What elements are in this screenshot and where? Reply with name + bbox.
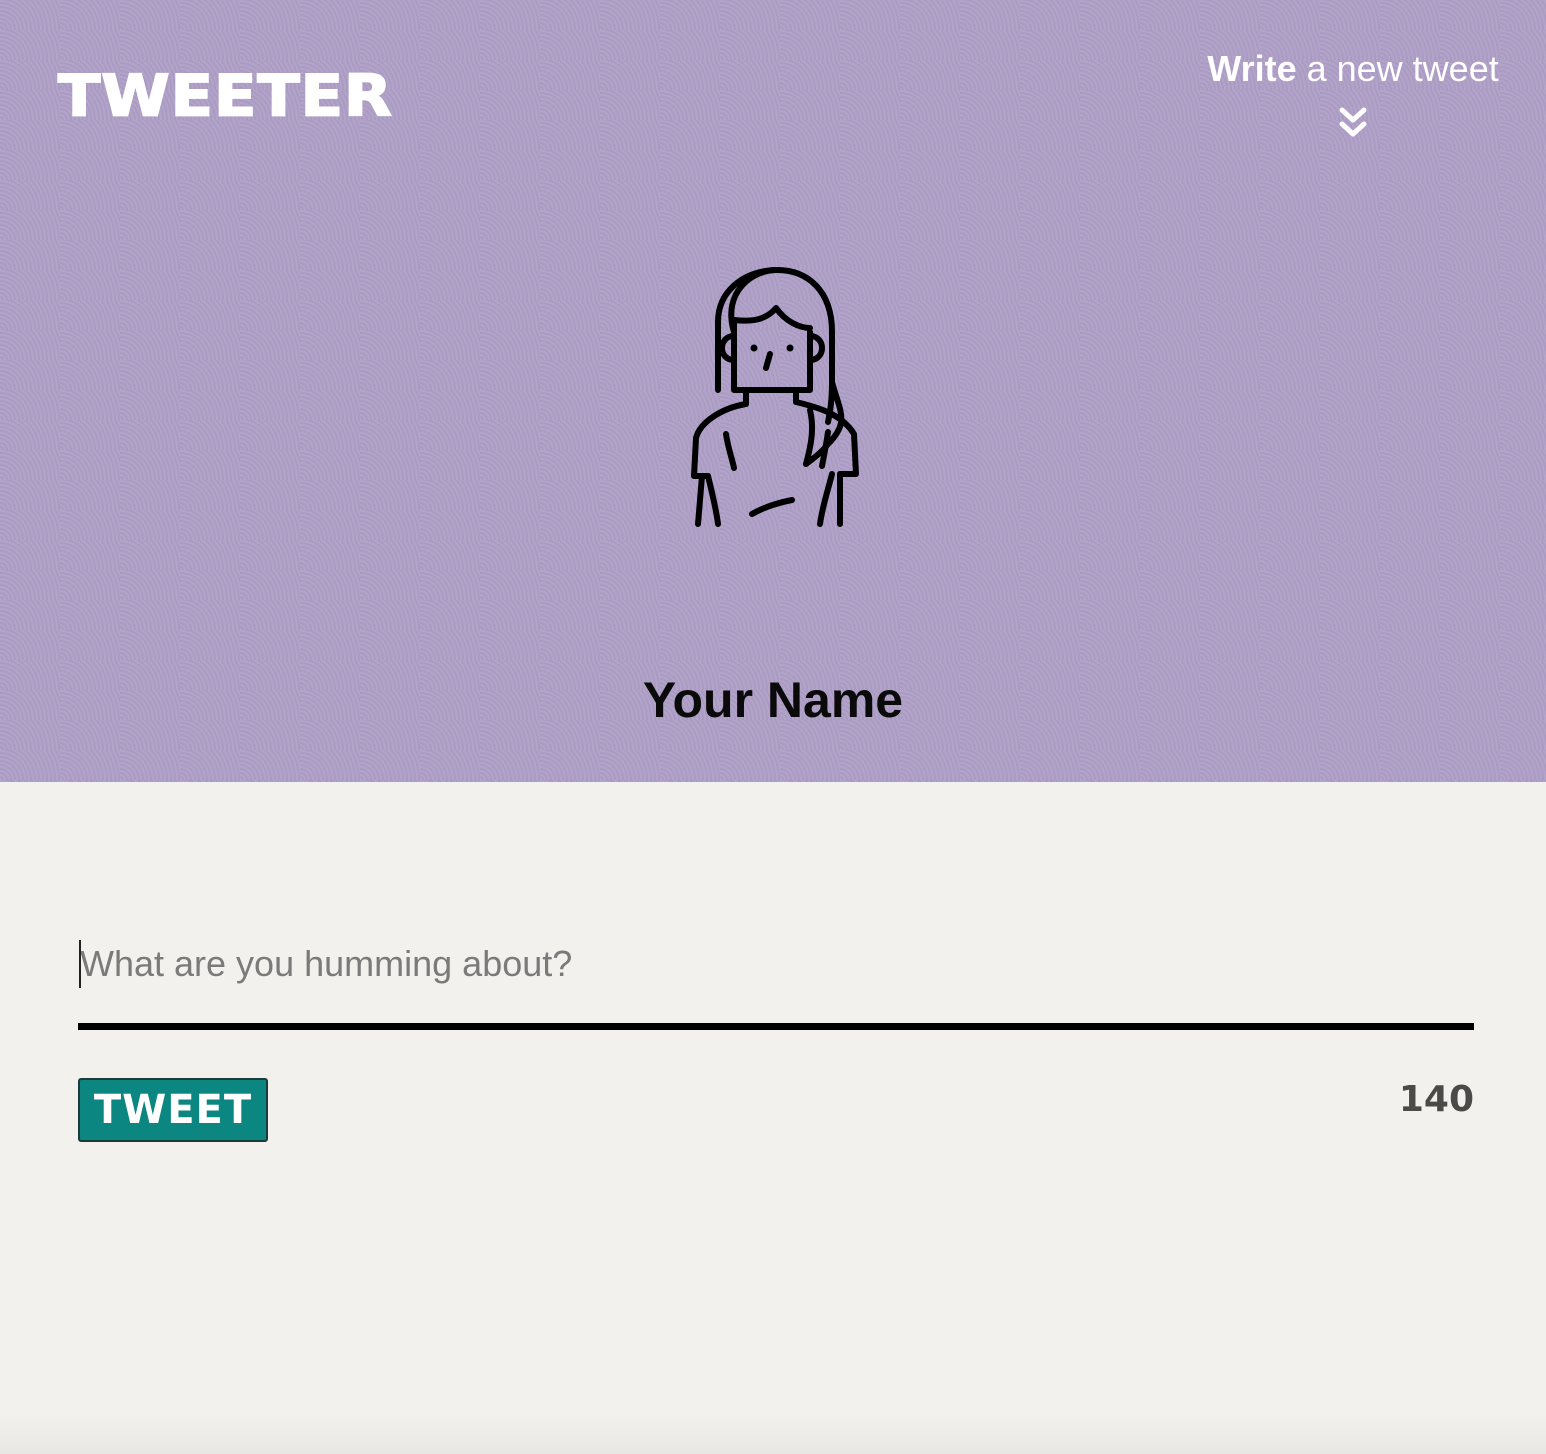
app-logo[interactable]: TWEETER	[57, 61, 393, 130]
page-bottom-shade	[0, 1414, 1546, 1454]
tweet-text-input[interactable]	[78, 920, 1474, 1030]
character-counter: 140	[1398, 1079, 1474, 1120]
tweet-submit-button[interactable]: TWEET	[78, 1078, 268, 1142]
write-new-tweet-label: Write a new tweet	[1200, 46, 1506, 92]
tweet-composer: TWEET 140	[78, 920, 1474, 1142]
profile-header: TWEETER Write a new tweet Your Name	[0, 0, 1546, 782]
page: TWEETER Write a new tweet Your Name What…	[0, 0, 1546, 1454]
write-new-tweet-toggle[interactable]: Write a new tweet	[1200, 46, 1506, 150]
user-avatar-icon	[691, 267, 859, 527]
double-chevron-down-icon	[1339, 107, 1367, 137]
write-label-bold: Write	[1207, 48, 1297, 89]
text-cursor	[79, 940, 81, 988]
user-name: Your Name	[642, 672, 904, 728]
write-label-rest: a new tweet	[1296, 48, 1499, 89]
